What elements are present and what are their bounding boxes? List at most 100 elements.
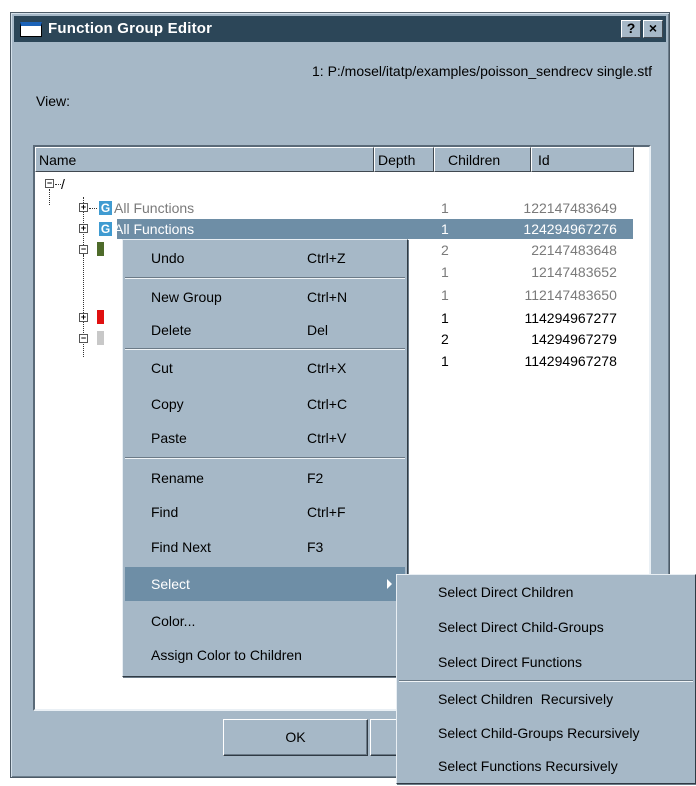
row-id: 2147483649 (539, 200, 617, 216)
submenu-item-select-functions-recursively[interactable]: Select Functions Recursively (399, 750, 693, 783)
tree-row-all-functions[interactable]: G All Functions (99, 198, 194, 218)
menu-item-label: Find (151, 504, 179, 520)
color-swatch (97, 331, 104, 345)
submenu-item-select-direct-functions[interactable]: Select Direct Functions (399, 646, 693, 679)
tree-connector (49, 189, 50, 205)
expand-icon[interactable]: + (79, 313, 88, 322)
menu-item-label: Undo (151, 250, 185, 266)
submenu-item-label: Select Child-Groups Recursively (438, 725, 640, 741)
color-swatch (97, 310, 104, 324)
tree-connector (83, 255, 84, 335)
column-header-children[interactable]: Children (434, 147, 531, 172)
row-children: 11 (524, 353, 539, 369)
menu-item-undo[interactable]: Undo Ctrl+Z (125, 241, 405, 275)
select-submenu: Select Direct Children Select Direct Chi… (396, 574, 696, 784)
menu-item-select[interactable]: Select (125, 567, 405, 601)
menu-item-label: Color... (151, 613, 196, 629)
submenu-item-select-child-groups-recursively[interactable]: Select Child-Groups Recursively (399, 717, 693, 750)
title-bar[interactable]: Function Group Editor ? × (14, 16, 666, 42)
tree-connector (89, 208, 97, 209)
row-id: 4294967279 (539, 331, 617, 347)
tree-row-all-functions-selected[interactable]: G All Functions (99, 219, 194, 239)
menu-item-label: Find Next (151, 539, 211, 555)
menu-item-delete[interactable]: Delete Del (125, 313, 405, 347)
menu-item-shortcut: Ctrl+N (307, 289, 348, 305)
row-depth: 1 (441, 310, 449, 326)
menu-item-shortcut: Ctrl+Z (307, 250, 346, 266)
menu-separator (399, 680, 693, 682)
row-depth: 2 (441, 331, 449, 347)
menu-item-assign-color[interactable]: Assign Color to Children (125, 638, 405, 672)
view-label: View: (36, 93, 70, 109)
menu-item-shortcut: F2 (307, 470, 324, 486)
menu-item-label: Assign Color to Children (151, 647, 302, 663)
tree-root-label: / (61, 176, 65, 192)
submenu-item-select-direct-child-groups[interactable]: Select Direct Child-Groups (399, 611, 693, 644)
row-id: 4294967278 (539, 353, 617, 369)
column-header-depth[interactable]: Depth (374, 147, 434, 172)
help-button[interactable]: ? (621, 20, 641, 38)
menu-item-copy[interactable]: Copy Ctrl+C (125, 387, 405, 421)
close-icon[interactable]: × (643, 20, 663, 38)
row-children: 1 (531, 264, 539, 280)
menu-item-label: Rename (151, 470, 204, 486)
row-children: 2 (531, 242, 539, 258)
menu-item-shortcut: F3 (307, 539, 324, 555)
submenu-item-select-direct-children[interactable]: Select Direct Children (399, 576, 693, 609)
group-badge-icon: G (99, 222, 112, 236)
row-id: 4294967276 (539, 221, 617, 237)
collapse-icon[interactable]: − (79, 245, 88, 254)
menu-item-label: Select (151, 576, 190, 592)
tree-row-label: All Functions (114, 200, 195, 216)
menu-item-find-next[interactable]: Find Next F3 (125, 530, 405, 564)
row-children: 1 (531, 331, 539, 347)
view-path: 1: P:/mosel/itatp/examples/poisson_sendr… (312, 63, 653, 79)
row-id: 4294967277 (539, 310, 617, 326)
menu-item-shortcut: Ctrl+C (307, 396, 348, 412)
submenu-item-label: Select Direct Children (438, 584, 574, 600)
collapse-icon[interactable]: − (79, 334, 88, 343)
menu-item-color[interactable]: Color... (125, 604, 405, 638)
submenu-item-label: Select Functions Recursively (438, 758, 618, 774)
submenu-arrow-icon (387, 579, 392, 589)
ok-button[interactable]: OK (223, 719, 368, 756)
menu-item-cut[interactable]: Cut Ctrl+X (125, 351, 405, 385)
row-id: 2147483650 (539, 287, 617, 303)
menu-item-label: Cut (151, 360, 173, 376)
row-depth: 1 (441, 264, 449, 280)
column-header-id[interactable]: Id (531, 147, 634, 172)
row-id: 2147483652 (539, 264, 617, 280)
row-depth: 1 (441, 353, 449, 369)
submenu-item-label: Select Direct Child-Groups (438, 619, 604, 635)
menu-item-label: Delete (151, 322, 192, 338)
menu-item-shortcut: Del (307, 322, 329, 338)
menu-item-new-group[interactable]: New Group Ctrl+N (125, 280, 405, 314)
row-depth: 1 (441, 221, 449, 237)
group-badge-icon: G (99, 201, 112, 215)
window-title: Function Group Editor (48, 20, 213, 37)
submenu-item-label: Select Children Recursively (438, 691, 614, 707)
submenu-item-label: Select Direct Functions (438, 654, 582, 670)
expand-icon[interactable]: + (79, 203, 88, 212)
window-icon (20, 22, 42, 37)
row-children: 12 (523, 221, 539, 237)
menu-item-find[interactable]: Find Ctrl+F (125, 495, 405, 529)
menu-item-label: Paste (151, 430, 187, 446)
menu-item-shortcut: Ctrl+V (307, 430, 347, 446)
color-swatch (97, 242, 104, 256)
menu-item-rename[interactable]: Rename F2 (125, 461, 405, 495)
row-children: 11 (524, 287, 539, 303)
menu-separator (125, 277, 405, 279)
menu-item-label: Copy (151, 396, 184, 412)
menu-item-paste[interactable]: Paste Ctrl+V (125, 421, 405, 455)
row-depth: 2 (441, 242, 449, 258)
expand-icon[interactable]: + (79, 224, 88, 233)
row-depth: 1 (441, 200, 449, 216)
submenu-item-select-children-recursively[interactable]: Select Children Recursively (399, 683, 693, 716)
row-children: 11 (524, 310, 539, 326)
menu-item-shortcut: Ctrl+X (307, 360, 347, 376)
column-header-name[interactable]: Name (35, 147, 374, 172)
menu-separator (125, 457, 405, 459)
collapse-icon[interactable]: − (45, 179, 54, 188)
row-children: 12 (523, 200, 539, 216)
